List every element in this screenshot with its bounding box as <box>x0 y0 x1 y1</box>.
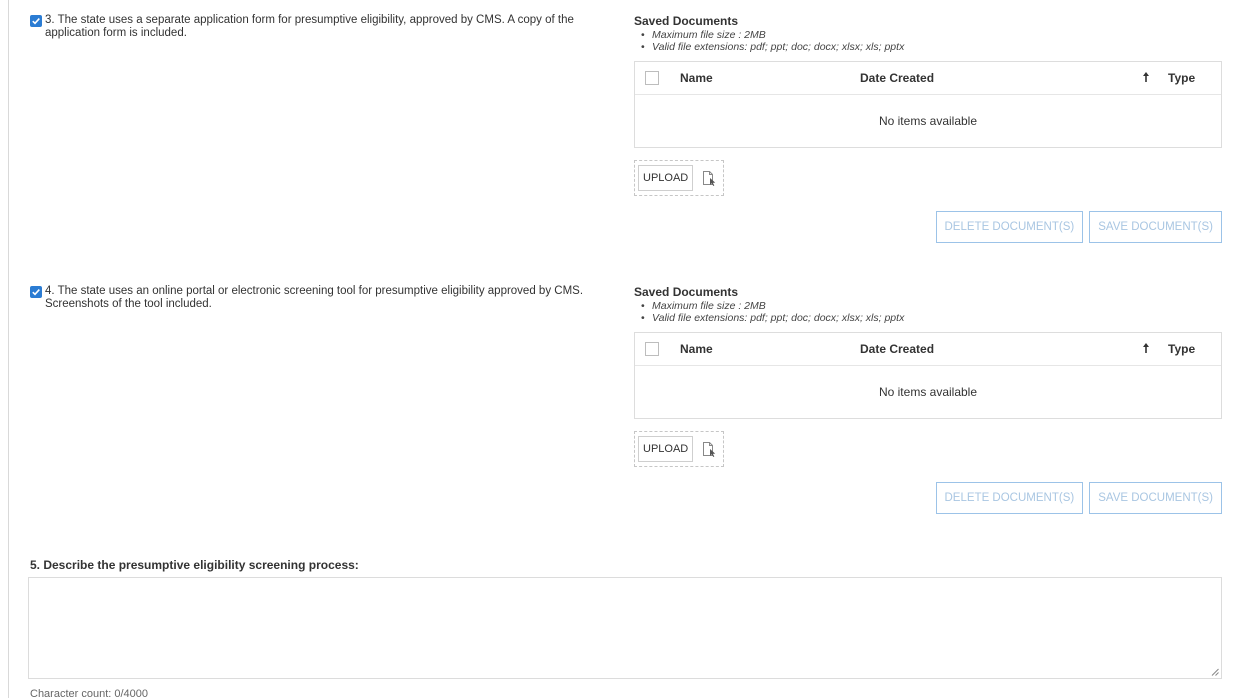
valid-extensions-rule: Valid file extensions: pdf; ppt; doc; do… <box>641 312 1222 325</box>
question-3: 3. The state uses a separate application… <box>30 14 620 40</box>
upload-button[interactable]: UPLOAD <box>638 436 694 462</box>
document-actions: DELETE DOCUMENT(S) SAVE DOCUMENT(S) <box>634 482 1222 514</box>
column-header-type[interactable]: Type <box>1168 71 1195 85</box>
grid-header: Name Date Created Type <box>635 62 1221 95</box>
checkmark-icon <box>32 289 40 296</box>
document-actions: DELETE DOCUMENT(S) SAVE DOCUMENT(S) <box>634 211 1222 243</box>
column-header-date-created[interactable]: Date Created <box>860 71 1142 85</box>
delete-documents-button[interactable]: DELETE DOCUMENT(S) <box>935 211 1084 243</box>
delete-documents-button[interactable]: DELETE DOCUMENT(S) <box>935 482 1084 514</box>
column-header-name[interactable]: Name <box>680 71 860 85</box>
saved-documents-title: Saved Documents <box>634 285 739 299</box>
no-items-message: No items available <box>878 114 978 128</box>
column-header-date-created[interactable]: Date Created <box>860 342 1142 356</box>
max-file-size-rule: Maximum file size : 2MB <box>641 29 1222 42</box>
sort-ascending-icon[interactable] <box>1142 71 1156 86</box>
saved-documents-panel-4: Saved Documents Maximum file size : 2MB … <box>634 285 1222 514</box>
saved-documents-title: Saved Documents <box>634 14 739 28</box>
upload-button[interactable]: UPLOAD <box>638 165 694 191</box>
screening-process-textarea[interactable] <box>28 577 1222 679</box>
save-documents-button[interactable]: SAVE DOCUMENT(S) <box>1089 211 1222 243</box>
file-drop-icon <box>701 441 717 457</box>
saved-documents-panel-3: Saved Documents Maximum file size : 2MB … <box>634 14 1222 243</box>
question-5-label: 5. Describe the presumptive eligibility … <box>30 558 359 572</box>
documents-grid-3: Name Date Created Type No items availabl… <box>634 61 1222 148</box>
file-drop-icon <box>701 170 717 186</box>
valid-extensions-rule: Valid file extensions: pdf; ppt; doc; do… <box>641 41 1222 54</box>
file-rules-list: Maximum file size : 2MB Valid file exten… <box>634 300 1222 325</box>
checkbox-question-4[interactable] <box>30 286 42 298</box>
column-header-name[interactable]: Name <box>680 342 860 356</box>
question-3-text: 3. The state uses a separate application… <box>45 14 574 39</box>
question-4-text: 4. The state uses an online portal or el… <box>45 285 584 310</box>
select-all-checkbox[interactable] <box>645 342 659 356</box>
file-rules-list: Maximum file size : 2MB Valid file exten… <box>634 29 1222 54</box>
no-items-message: No items available <box>878 385 978 399</box>
grid-header: Name Date Created Type <box>635 333 1221 366</box>
max-file-size-rule: Maximum file size : 2MB <box>641 300 1222 313</box>
select-all-checkbox[interactable] <box>645 71 659 85</box>
upload-dropzone[interactable]: UPLOAD <box>634 160 724 196</box>
checkmark-icon <box>32 18 40 25</box>
left-border-rule <box>8 0 9 698</box>
resize-handle-icon[interactable] <box>1211 668 1219 676</box>
save-documents-button[interactable]: SAVE DOCUMENT(S) <box>1089 482 1222 514</box>
documents-grid-4: Name Date Created Type No items availabl… <box>634 332 1222 419</box>
checkbox-question-3[interactable] <box>30 15 42 27</box>
character-count: Character count: 0/4000 <box>30 688 149 700</box>
sort-ascending-icon[interactable] <box>1142 342 1156 357</box>
upload-dropzone[interactable]: UPLOAD <box>634 431 724 467</box>
question-4: 4. The state uses an online portal or el… <box>30 285 620 311</box>
column-header-type[interactable]: Type <box>1168 342 1195 356</box>
